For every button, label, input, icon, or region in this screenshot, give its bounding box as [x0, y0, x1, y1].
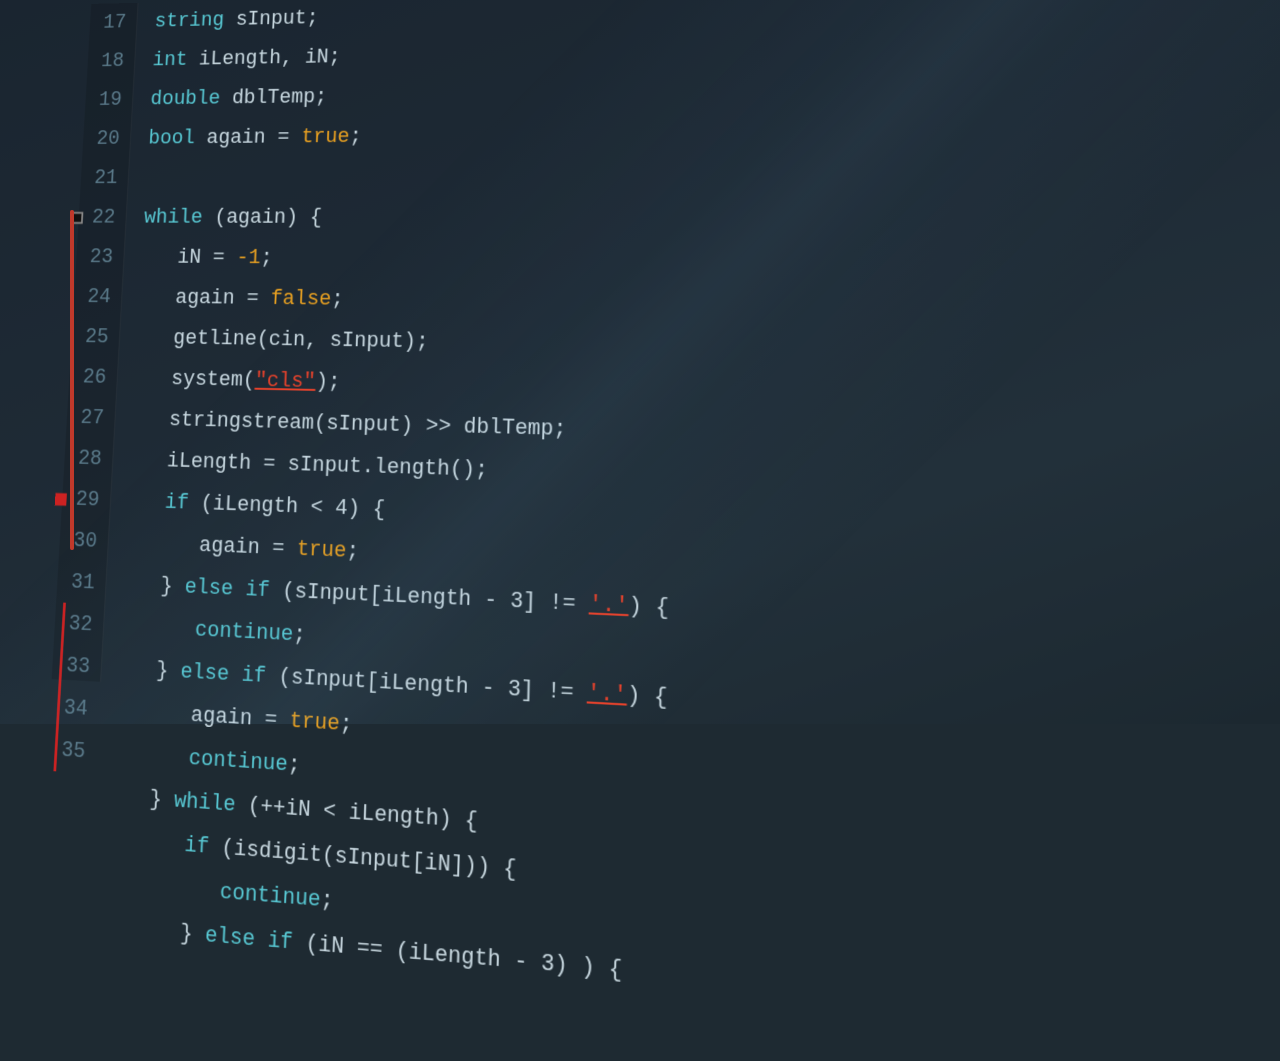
line-num-19: 19	[91, 80, 123, 119]
code-line-21	[145, 151, 1280, 198]
line-num-33: 33	[58, 644, 91, 688]
scrollbar-thumb[interactable]	[70, 210, 74, 550]
code-area: 17 18 19 20 21 22 23 24 25 26 27 28 29 3…	[52, 0, 1280, 752]
line-num-28: 28	[70, 438, 102, 480]
line-num-17: 17	[96, 3, 127, 42]
editor-container: 17 18 19 20 21 22 23 24 25 26 27 28 29 3…	[0, 0, 1280, 724]
line-num-31: 31	[63, 561, 96, 604]
line-num-23: 23	[82, 237, 114, 277]
line-num-20: 20	[89, 119, 121, 158]
line-num-27: 27	[73, 397, 105, 438]
line-num-35: 35	[53, 729, 86, 774]
line-num-22: 22	[84, 198, 116, 238]
line-num-24: 24	[80, 277, 112, 317]
line-num-21: 21	[87, 158, 119, 197]
line-num-18: 18	[94, 42, 126, 81]
line-num-25: 25	[78, 317, 110, 358]
code-line-22: while (again) {	[143, 196, 1280, 241]
code-content: string sInput; int iLength, iN; double d…	[101, 0, 1280, 752]
line-num-32: 32	[61, 603, 94, 646]
line-num-26: 26	[75, 357, 107, 398]
